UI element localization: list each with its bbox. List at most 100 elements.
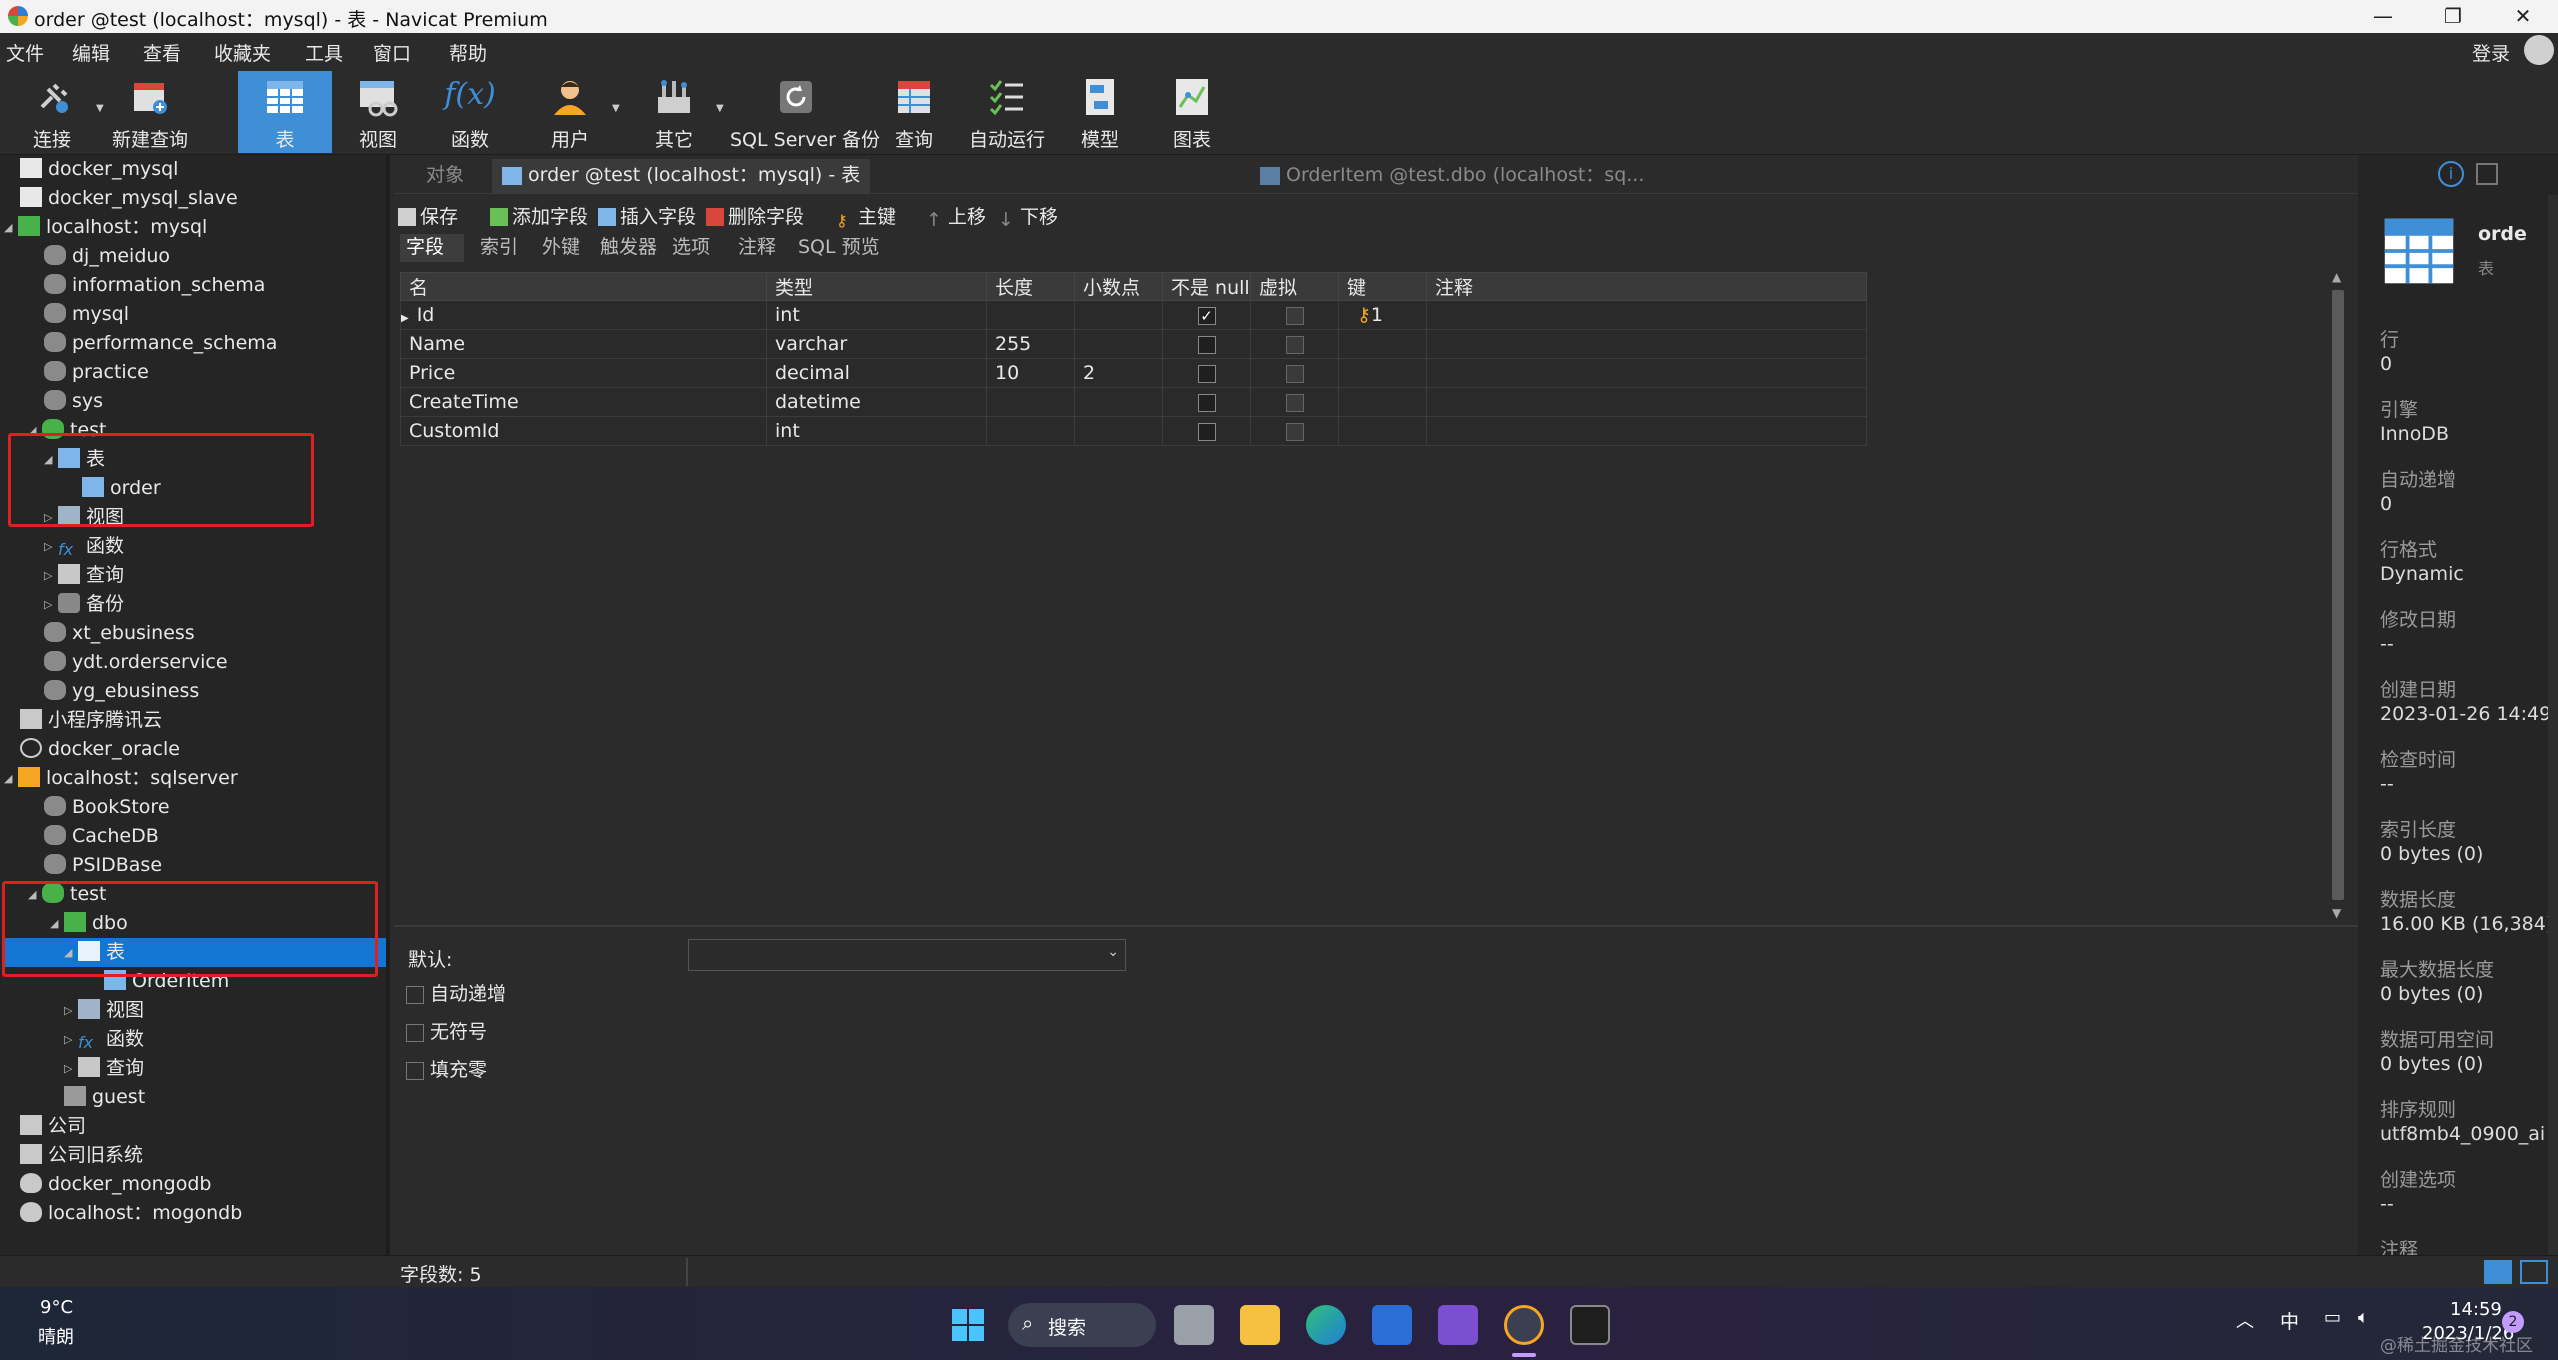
cell-decimals[interactable] [1074, 329, 1163, 359]
tree-node-connection[interactable]: 公司旧系统 [20, 1141, 143, 1170]
tree-node-connection[interactable]: ◢ localhost：sqlserver [4, 764, 238, 793]
subtab-sql-preview[interactable]: SQL 预览 [792, 234, 886, 262]
move-up-button[interactable]: ↑ 上移 [926, 202, 986, 231]
table-row[interactable]: ▶ Id int ✓ ⚷1 [400, 300, 1867, 330]
primary-key-button[interactable]: ⚷ 主键 [836, 202, 896, 230]
subtab-comments[interactable]: 注释 [732, 234, 782, 262]
other-tool-button[interactable]: 其它 [634, 71, 714, 153]
cell-decimals[interactable] [1074, 416, 1163, 446]
navicat-taskbar-icon[interactable] [1504, 1305, 1544, 1345]
table-row[interactable]: Name varchar 255 [400, 329, 1867, 359]
column-header-virtual[interactable]: 虚拟 [1250, 272, 1339, 301]
task-view-icon[interactable] [1174, 1305, 1214, 1345]
not-null-checkbox[interactable] [1197, 422, 1216, 441]
not-null-checkbox[interactable]: ✓ [1197, 306, 1216, 325]
table-row[interactable]: Price decimal 10 2 [400, 358, 1867, 388]
column-header-decimals[interactable]: 小数点 [1074, 272, 1163, 301]
cell-key[interactable]: ⚷1 [1338, 300, 1427, 330]
volume-icon[interactable]: 🔈︎ [2358, 1307, 2369, 1328]
cell-not-null[interactable] [1162, 358, 1251, 388]
subtab-fields[interactable]: 字段 [400, 234, 464, 262]
tree-node-connection[interactable]: docker_mysql_slave [20, 184, 238, 213]
cell-decimals[interactable]: 2 [1074, 358, 1163, 388]
tree-node-database[interactable]: information_schema [44, 271, 265, 300]
tree-node-backups[interactable]: ▷ 备份 [44, 590, 124, 619]
tree-node-schema[interactable]: guest [64, 1083, 145, 1112]
ddl-icon[interactable] [2476, 163, 2498, 185]
tree-node-functions[interactable]: ▷ fx 函数 [44, 532, 124, 561]
chart-tool-button[interactable]: 图表 [1152, 71, 1232, 153]
cell-name[interactable]: Price [400, 358, 767, 388]
weather-temp[interactable]: 9°C [40, 1297, 73, 1318]
column-header-type[interactable]: 类型 [766, 272, 987, 301]
query-tool-button[interactable]: 查询 [874, 71, 954, 153]
automation-tool-button[interactable]: 自动运行 [962, 71, 1052, 153]
cell-not-null[interactable] [1162, 329, 1251, 359]
user-tool-button[interactable]: 用户 [530, 71, 610, 153]
cell-comment[interactable] [1426, 358, 1867, 388]
collapse-arrow-icon[interactable]: ▷ [64, 996, 78, 1025]
menu-file[interactable]: 文件 [6, 39, 44, 66]
layout-toggle-icon[interactable] [2484, 1260, 2512, 1284]
info-icon[interactable]: i [2438, 161, 2464, 187]
edge-browser-icon[interactable] [1306, 1305, 1346, 1345]
table-tool-button[interactable]: 表 [238, 71, 332, 153]
cell-key[interactable] [1338, 329, 1427, 359]
collapse-arrow-icon[interactable]: ▷ [44, 590, 58, 619]
login-link[interactable]: 登录 [2472, 39, 2510, 66]
cell-name[interactable]: CreateTime [400, 387, 767, 417]
tab-objects[interactable]: 对象 [416, 159, 474, 194]
tab-order-table[interactable]: order @test (localhost：mysql) - 表 [492, 159, 871, 194]
cell-decimals[interactable] [1074, 300, 1163, 330]
unsigned-checkbox[interactable]: 无符号 [406, 1017, 487, 1044]
tree-node-queries[interactable]: ▷ 查询 [44, 561, 124, 590]
restore-button[interactable]: ❐ [2418, 0, 2488, 33]
terminal-icon[interactable] [1570, 1305, 1610, 1345]
tree-node-database[interactable]: xt_ebusiness [44, 619, 195, 648]
tree-node-connection[interactable]: docker_mongodb [20, 1170, 211, 1199]
function-tool-button[interactable]: f(x) 函数 [430, 71, 510, 153]
cell-virtual[interactable] [1250, 300, 1339, 330]
column-header-not-null[interactable]: 不是 null [1162, 272, 1251, 301]
cell-key[interactable] [1338, 387, 1427, 417]
move-down-button[interactable]: ↓ 下移 [998, 202, 1058, 231]
tree-node-connection[interactable]: 公司 [20, 1112, 86, 1141]
cell-key[interactable] [1338, 416, 1427, 446]
model-tool-button[interactable]: 模型 [1060, 71, 1140, 153]
tree-node-connection[interactable]: 小程序腾讯云 [20, 706, 162, 735]
sqlserver-backup-button[interactable]: SQL Server 备份 [730, 71, 880, 153]
tree-node-views[interactable]: ▷ 视图 [64, 996, 144, 1025]
tree-node-database[interactable]: sys [44, 387, 103, 416]
connect-button[interactable]: 连接 [12, 71, 92, 153]
cell-key[interactable] [1338, 358, 1427, 388]
table-row[interactable]: CreateTime datetime [400, 387, 1867, 417]
column-header-key[interactable]: 键 [1338, 272, 1427, 301]
not-null-checkbox[interactable] [1197, 364, 1216, 383]
menu-tools[interactable]: 工具 [305, 39, 343, 66]
subtab-triggers[interactable]: 触发器 [594, 234, 663, 262]
cell-name[interactable]: Name [400, 329, 767, 359]
layout-toggle-alt-icon[interactable] [2520, 1260, 2548, 1284]
menu-view[interactable]: 查看 [143, 39, 181, 66]
file-explorer-icon[interactable] [1240, 1305, 1280, 1345]
delete-field-button[interactable]: 删除字段 [706, 202, 804, 229]
cell-length[interactable]: 255 [986, 329, 1075, 359]
save-button[interactable]: 保存 [398, 202, 458, 229]
collapse-arrow-icon[interactable]: ▷ [64, 1025, 78, 1054]
default-value-select[interactable]: ⌄ [688, 939, 1126, 971]
connect-dropdown-icon[interactable]: ▼ [96, 103, 104, 114]
visual-studio-icon[interactable] [1438, 1305, 1478, 1345]
zerofill-checkbox[interactable]: 填充零 [406, 1055, 487, 1082]
minimize-button[interactable]: — [2348, 0, 2418, 33]
tab-orderitem-table[interactable]: OrderItem @test.dbo (localhost：sq... [1250, 159, 1654, 194]
new-query-button[interactable]: 新建查询 [110, 71, 190, 153]
cell-type[interactable]: int [766, 416, 987, 446]
cell-virtual[interactable] [1250, 387, 1339, 417]
cell-decimals[interactable] [1074, 387, 1163, 417]
virtual-checkbox[interactable] [1285, 306, 1304, 325]
menu-favorites[interactable]: 收藏夹 [214, 39, 271, 66]
tree-node-database[interactable]: CacheDB [44, 822, 159, 851]
cell-length[interactable] [986, 300, 1075, 330]
cell-virtual[interactable] [1250, 358, 1339, 388]
column-header-comment[interactable]: 注释 [1426, 272, 1867, 301]
